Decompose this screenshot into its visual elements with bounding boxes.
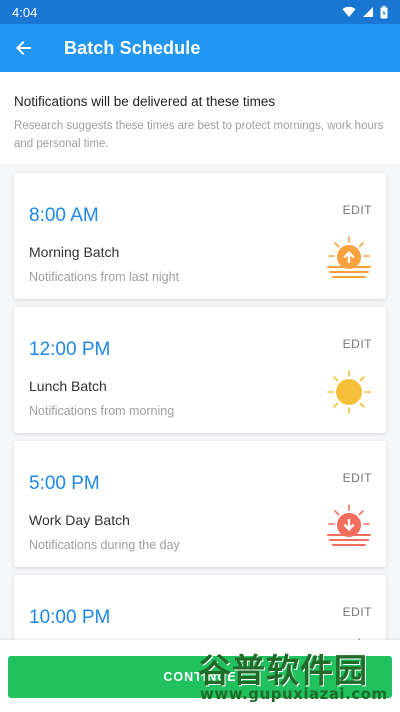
batch-name: Morning Batch — [29, 244, 120, 260]
page-title: Batch Schedule — [64, 37, 201, 58]
wifi-icon — [342, 6, 356, 18]
battery-icon — [380, 5, 388, 18]
batch-name: Work Day Batch — [29, 512, 130, 528]
edit-button[interactable]: EDIT — [343, 471, 372, 485]
sunset-icon — [327, 504, 371, 546]
batch-time: 8:00 AM — [29, 205, 99, 226]
batch-card-night[interactable]: 10:00 PM EDIT — [14, 575, 386, 640]
batch-description: Notifications from last night — [29, 270, 180, 284]
batch-time: 5:00 PM — [29, 473, 100, 494]
batch-description: Notifications from morning — [29, 404, 175, 418]
edit-button[interactable]: EDIT — [343, 605, 372, 619]
status-time: 4:04 — [12, 4, 38, 20]
arrow-back-icon — [16, 41, 31, 55]
intro-title: Notifications will be delivered at these… — [14, 94, 276, 109]
edit-button[interactable]: EDIT — [343, 337, 372, 351]
signal-icon — [363, 7, 373, 17]
schedule-content[interactable]: Notifications will be delivered at these… — [0, 72, 400, 640]
batch-card-workday[interactable]: 5:00 PM Work Day Batch Notifications dur… — [14, 441, 386, 567]
bottom-bar: CONTINUE — [0, 640, 400, 712]
sunrise-icon — [327, 236, 371, 278]
batch-time: 10:00 PM — [29, 607, 111, 628]
back-button[interactable] — [0, 24, 48, 72]
status-bar: 4:04 — [0, 0, 400, 24]
intro-subtitle: Research suggests these times are best t… — [14, 120, 384, 150]
edit-button[interactable]: EDIT — [343, 203, 372, 217]
batch-card-morning[interactable]: 8:00 AM Morning Batch Notifications from… — [14, 173, 386, 299]
batch-card-lunch[interactable]: 12:00 PM Lunch Batch Notifications from … — [14, 307, 386, 433]
continue-button[interactable]: CONTINUE — [8, 656, 392, 698]
app-bar: Batch Schedule — [0, 24, 400, 72]
intro-section: Notifications will be delivered at these… — [0, 72, 400, 164]
status-icons — [342, 5, 388, 19]
batch-description: Notifications during the day — [29, 538, 180, 552]
sun-icon — [327, 370, 371, 414]
batch-time: 12:00 PM — [29, 339, 111, 360]
batch-name: Lunch Batch — [29, 378, 107, 394]
